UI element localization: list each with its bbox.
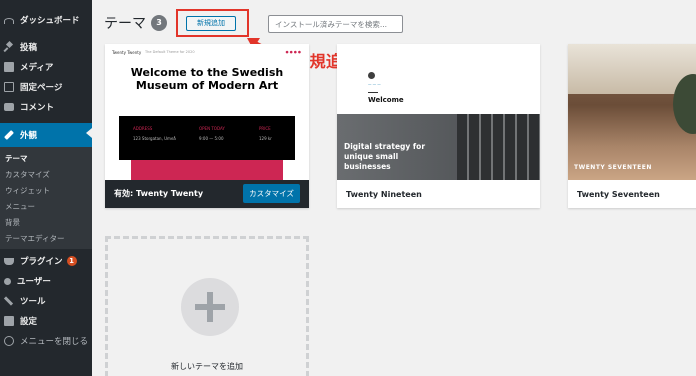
submenu-item-menus[interactable]: メニュー — [5, 201, 35, 212]
sidebar-item-label: ユーザー — [17, 277, 51, 287]
submenu-item-widgets[interactable]: ウィジェット — [5, 185, 50, 196]
paintbrush-icon — [4, 130, 14, 140]
sidebar-item-posts[interactable]: 投稿 — [0, 37, 92, 57]
active-theme-name: Twenty Twenty — [136, 189, 204, 198]
submenu-item-customize[interactable]: カスタマイズ — [5, 169, 50, 180]
preview-label: ADDRESS — [133, 126, 153, 131]
theme-card-twenty-twenty[interactable]: Twenty Twenty The Default Theme for 2020… — [105, 44, 309, 208]
sidebar-item-label: メディア — [20, 63, 54, 73]
preview-menu-icon: ● ● ● ● — [285, 50, 301, 54]
add-new-button[interactable]: 新規追加 — [186, 16, 236, 31]
plus-icon — [181, 278, 239, 336]
media-icon — [4, 62, 14, 72]
theme-name: Twenty Nineteen — [346, 190, 422, 199]
preview-rule — [368, 92, 378, 93]
theme-name: Twenty Seventeen — [577, 190, 660, 199]
admin-sidebar: ダッシュボード 投稿 メディア 固定ページ コメント 外観 テーマ カスタマイズ… — [0, 0, 92, 376]
update-count-badge: 1 — [66, 256, 77, 266]
wrench-icon — [3, 296, 14, 306]
preview-tagline: Digital strategy for unique small busine… — [344, 142, 426, 171]
customize-button[interactable]: カスタマイズ — [243, 184, 300, 203]
comment-icon — [4, 103, 14, 111]
preview-heading: Welcome to the Swedish Museum of Modern … — [130, 66, 284, 92]
preview-value: 9:00 — 5:00 — [199, 136, 224, 141]
preview-photo: Digital strategy for unique small busine… — [337, 114, 540, 180]
submenu-item-background[interactable]: 背景 — [5, 217, 20, 228]
sidebar-item-label: コメント — [20, 103, 55, 113]
preview-info-band: ADDRESS 123 Storgatan, Umeå OPEN TODAY 9… — [119, 116, 295, 160]
sidebar-item-comments[interactable]: コメント — [0, 97, 92, 117]
preview-nav-icon: — — — — [368, 82, 381, 86]
preview-label: OPEN TODAY — [199, 126, 225, 131]
sidebar-item-label: プラグイン — [20, 257, 63, 267]
add-new-theme-card[interactable]: 新しいテーマを追加 — [105, 236, 309, 376]
sidebar-item-label: 投稿 — [20, 43, 38, 53]
preview-value: 123 Storgatan, Umeå — [133, 136, 176, 141]
page-icon — [4, 82, 14, 92]
collapse-icon — [4, 336, 14, 346]
appearance-submenu: テーマ カスタマイズ ウィジェット メニュー 背景 テーマエディター — [0, 147, 92, 249]
theme-search-input[interactable] — [268, 15, 403, 33]
sidebar-item-appearance[interactable]: 外観 — [0, 123, 92, 147]
theme-screenshot: Twenty Twenty The Default Theme for 2020… — [105, 44, 309, 180]
preview-label: PRICE — [259, 126, 271, 131]
active-theme-footer: 有効: Twenty Twenty カスタマイズ — [105, 180, 309, 208]
preview-site-name: Twenty Twenty — [112, 50, 142, 55]
preview-value: 129 kr — [259, 136, 272, 141]
submenu-item-theme-editor[interactable]: テーマエディター — [5, 233, 64, 244]
theme-screenshot: TWENTY SEVENTEEN — [568, 44, 696, 180]
submenu-item-themes[interactable]: テーマ — [5, 153, 28, 164]
calendar-image — [457, 114, 540, 180]
sidebar-item-label: 設定 — [20, 317, 38, 327]
settings-icon — [4, 316, 14, 326]
sidebar-item-dashboard[interactable]: ダッシュボード — [0, 10, 92, 30]
sidebar-item-settings[interactable]: 設定 — [0, 311, 92, 331]
preview-tagline: The Default Theme for 2020 — [145, 50, 195, 54]
sidebar-item-users[interactable]: ユーザー — [0, 271, 92, 291]
preview-accent-block — [131, 160, 283, 180]
sidebar-item-label: ダッシュボード — [20, 16, 80, 26]
theme-card-twenty-nineteen[interactable]: — — — Welcome Digital strategy for uniqu… — [337, 44, 540, 208]
page-title: テーマ — [104, 16, 146, 32]
sidebar-item-label: メニューを閉じる — [20, 337, 89, 347]
sidebar-item-label: 外観 — [20, 131, 38, 141]
theme-count-badge: 3 — [151, 15, 167, 31]
preview-logo-icon — [368, 72, 375, 79]
theme-screenshot: — — — Welcome Digital strategy for uniqu… — [337, 44, 540, 180]
sidebar-item-label: 固定ページ — [20, 83, 63, 93]
preview-title: TWENTY SEVENTEEN — [574, 164, 652, 171]
theme-card-twenty-seventeen[interactable]: TWENTY SEVENTEEN Twenty Seventeen — [568, 44, 696, 208]
plugin-icon — [4, 257, 14, 265]
user-icon — [4, 277, 11, 285]
dashboard-icon — [4, 18, 14, 24]
active-prefix: 有効: — [114, 189, 134, 198]
sidebar-item-media[interactable]: メディア — [0, 57, 92, 77]
sidebar-item-plugins[interactable]: プラグイン 1 — [0, 251, 92, 271]
sidebar-item-label: ツール — [20, 297, 46, 307]
sidebar-item-pages[interactable]: 固定ページ — [0, 77, 92, 97]
preview-heading: Welcome — [368, 96, 404, 104]
add-new-theme-label: 新しいテーマを追加 — [171, 362, 243, 371]
sidebar-item-tools[interactable]: ツール — [0, 291, 92, 311]
pushpin-icon — [4, 42, 14, 52]
collapse-menu-button[interactable]: メニューを閉じる — [0, 331, 92, 351]
